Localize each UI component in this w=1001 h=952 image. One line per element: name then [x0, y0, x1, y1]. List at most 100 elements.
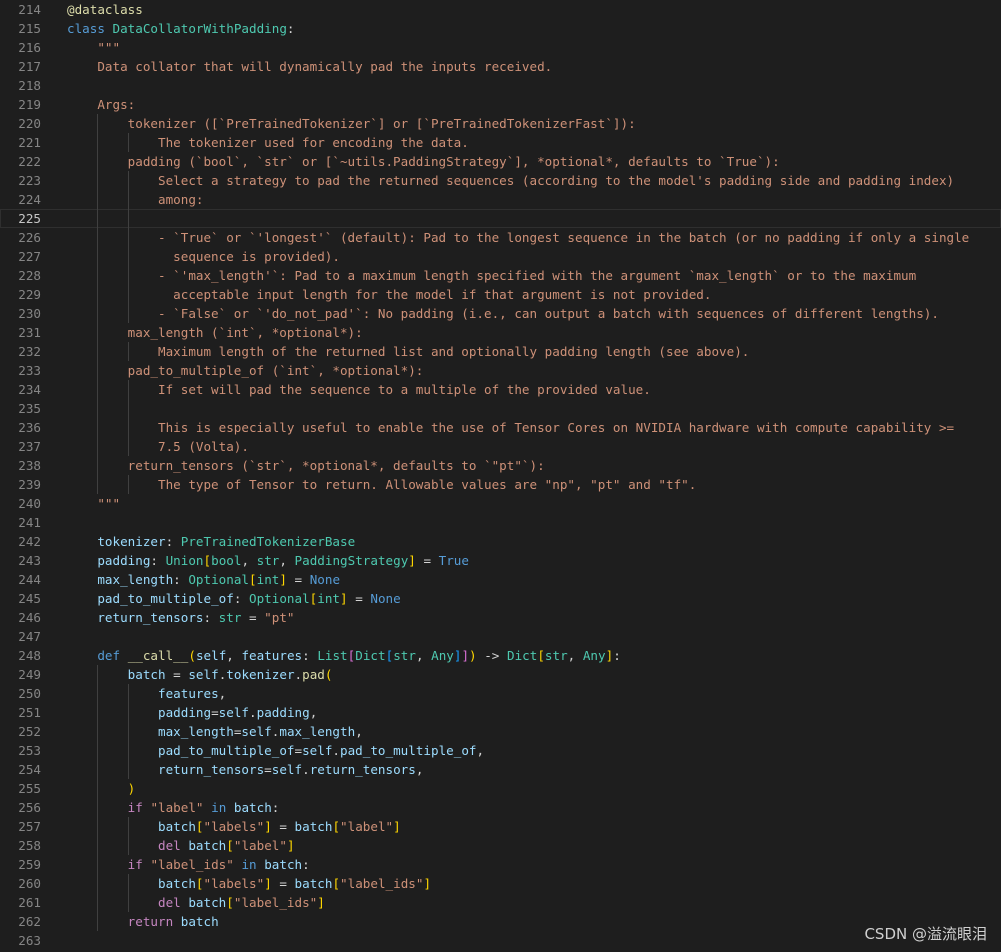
code-line[interactable]: 257 batch["labels"] = batch["label"]: [0, 817, 1001, 836]
code-line[interactable]: 218: [0, 76, 1001, 95]
code-token: ]: [408, 553, 416, 568]
line-number: 246: [18, 610, 41, 625]
code-line[interactable]: 220 tokenizer ([`PreTrainedTokenizer`] o…: [0, 114, 1001, 133]
code-line[interactable]: 223 Select a strategy to pad the returne…: [0, 171, 1001, 190]
code-line[interactable]: 261 del batch["label_ids"]: [0, 893, 1001, 912]
code-line[interactable]: 214 @dataclass: [0, 0, 1001, 19]
code-line[interactable]: 260 batch["labels"] = batch["label_ids"]: [0, 874, 1001, 893]
code-line[interactable]: 244 max_length: Optional[int] = None: [0, 570, 1001, 589]
code-line[interactable]: 236 This is especially useful to enable …: [0, 418, 1001, 437]
code-line[interactable]: 242 tokenizer: PreTrainedTokenizerBase: [0, 532, 1001, 551]
code-token: acceptable input length for the model if…: [67, 287, 712, 302]
code-token: tokenizer ([`PreTrainedTokenizer`] or [`…: [67, 116, 636, 131]
code-line[interactable]: 247: [0, 627, 1001, 646]
code-line[interactable]: 222 padding (`bool`, `str` or [`~utils.P…: [0, 152, 1001, 171]
code-line[interactable]: 263: [0, 931, 1001, 950]
code-line[interactable]: 219 Args:: [0, 95, 1001, 114]
code-line[interactable]: 233 pad_to_multiple_of (`int`, *optional…: [0, 361, 1001, 380]
code-editor[interactable]: 214 @dataclass 215 class DataCollatorWithPa…: [0, 0, 1001, 950]
code-line[interactable]: 262 return batch: [0, 912, 1001, 931]
line-number: 218: [18, 78, 41, 93]
code-text: batch["labels"] = batch["label_ids"]: [67, 874, 431, 893]
code-token: return_tensors: [309, 762, 416, 777]
code-text: if "label_ids" in batch:: [67, 855, 310, 874]
code-text: batch["labels"] = batch["label"]: [67, 817, 401, 836]
code-line[interactable]: 252 max_length=self.max_length,: [0, 722, 1001, 741]
code-text: 7.5 (Volta).: [67, 437, 249, 456]
code-line[interactable]: 256 if "label" in batch:: [0, 798, 1001, 817]
code-line[interactable]: 234 If set will pad the sequence to a mu…: [0, 380, 1001, 399]
code-line[interactable]: 227 sequence is provided).: [0, 247, 1001, 266]
code-token: str: [218, 610, 242, 625]
code-token: """: [67, 496, 121, 511]
code-token: ,: [309, 705, 318, 720]
code-token: features: [158, 686, 219, 701]
code-line[interactable]: 226 - `True` or `'longest'` (default): P…: [0, 228, 1001, 247]
line-number: 245: [18, 591, 41, 606]
line-number: 233: [18, 363, 41, 378]
code-text: def __call__(self, features: List[Dict[s…: [67, 646, 620, 665]
code-line[interactable]: 216 """: [0, 38, 1001, 57]
code-line[interactable]: 243 padding: Union[bool, str, PaddingStr…: [0, 551, 1001, 570]
code-line[interactable]: 230 - `False` or `'do_not_pad'`: No padd…: [0, 304, 1001, 323]
code-line[interactable]: 237 7.5 (Volta).: [0, 437, 1001, 456]
code-line[interactable]: 238 return_tensors (`str`, *optional*, d…: [0, 456, 1001, 475]
code-line[interactable]: 255 ): [0, 779, 1001, 798]
code-token: True: [438, 553, 469, 568]
code-line[interactable]: 254 return_tensors=self.return_tensors,: [0, 760, 1001, 779]
code-text: Args:: [67, 95, 135, 114]
code-line[interactable]: 217 Data collator that will dynamically …: [0, 57, 1001, 76]
line-number: 257: [18, 819, 41, 834]
code-token: =: [286, 572, 310, 587]
code-line[interactable]: 224 among:: [0, 190, 1001, 209]
code-line[interactable]: 248 def __call__(self, features: List[Di…: [0, 646, 1001, 665]
code-token: =: [415, 553, 439, 568]
code-line[interactable]: 246 return_tensors: str = "pt": [0, 608, 1001, 627]
code-line[interactable]: 232 Maximum length of the returned list …: [0, 342, 1001, 361]
code-token: int: [256, 572, 280, 587]
indent-guide: [97, 399, 99, 418]
code-token: This is especially useful to enable the …: [67, 420, 955, 435]
code-text: Data collator that will dynamically pad …: [67, 57, 552, 76]
line-number: 222: [18, 154, 41, 169]
code-line[interactable]: 249 batch = self.tokenizer.pad(: [0, 665, 1001, 684]
code-text: padding (`bool`, `str` or [`~utils.Paddi…: [67, 152, 780, 171]
code-token: ): [127, 781, 136, 796]
code-token: if: [127, 857, 143, 872]
code-line[interactable]: 215 class DataCollatorWithPadding:: [0, 19, 1001, 38]
code-line[interactable]: 258 del batch["label"]: [0, 836, 1001, 855]
code-token: [: [195, 876, 204, 891]
code-token: max_length: [97, 572, 174, 587]
code-line[interactable]: 239 The type of Tensor to return. Allowa…: [0, 475, 1001, 494]
code-token: """: [67, 40, 121, 55]
code-token: ->: [476, 648, 507, 663]
code-line[interactable]: 245 pad_to_multiple_of: Optional[int] = …: [0, 589, 1001, 608]
code-line[interactable]: 241: [0, 513, 1001, 532]
code-token: return_tensors: [97, 610, 204, 625]
code-line[interactable]: 250 features,: [0, 684, 1001, 703]
code-line[interactable]: 253 pad_to_multiple_of=self.pad_to_multi…: [0, 741, 1001, 760]
code-line[interactable]: 231 max_length (`int`, *optional*):: [0, 323, 1001, 342]
code-token: .: [294, 667, 303, 682]
code-token: [: [537, 648, 545, 663]
code-line[interactable]: 228 - `'max_length'`: Pad to a maximum l…: [0, 266, 1001, 285]
code-line[interactable]: 259 if "label_ids" in batch:: [0, 855, 1001, 874]
code-token: pad_to_multiple_of: [97, 591, 234, 606]
line-number: 235: [18, 401, 41, 416]
code-token: class: [67, 21, 105, 36]
code-token: pad_to_multiple_of (`int`, *optional*):: [67, 363, 424, 378]
code-token: padding: [158, 705, 212, 720]
code-token: ]: [423, 876, 432, 891]
code-line[interactable]: 225: [0, 209, 1001, 228]
line-number: 263: [18, 933, 41, 948]
code-token: batch: [180, 914, 219, 929]
code-text: ): [67, 779, 136, 798]
code-line[interactable]: 221 The tokenizer used for encoding the …: [0, 133, 1001, 152]
code-line[interactable]: 240 """: [0, 494, 1001, 513]
code-line[interactable]: 235: [0, 399, 1001, 418]
code-line[interactable]: 251 padding=self.padding,: [0, 703, 1001, 722]
code-token: =: [347, 591, 371, 606]
code-line[interactable]: 229 acceptable input length for the mode…: [0, 285, 1001, 304]
